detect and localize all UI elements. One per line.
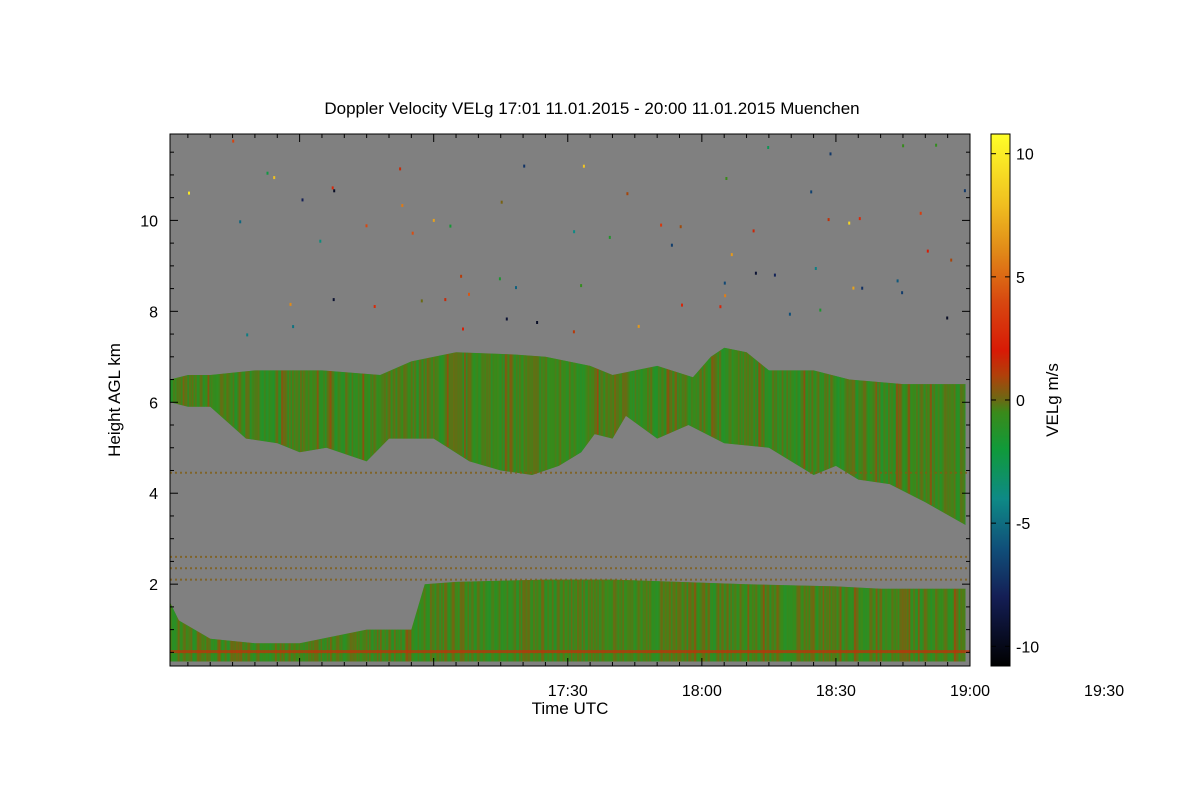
speckle	[331, 186, 334, 190]
speckle	[848, 221, 851, 225]
speckle	[505, 317, 508, 321]
speckle	[536, 321, 539, 324]
speckle	[963, 189, 966, 193]
speckle	[460, 274, 463, 278]
speckle	[468, 292, 470, 296]
speckle	[500, 200, 503, 204]
speckle	[498, 277, 501, 281]
speckle	[449, 224, 452, 228]
colorbar-tick-label: 10	[1016, 147, 1034, 164]
speckle	[788, 312, 791, 316]
speckle	[902, 144, 905, 148]
speckle	[896, 279, 899, 283]
speckle	[752, 229, 755, 233]
speckle	[626, 192, 629, 196]
speckle	[301, 198, 304, 202]
speckle	[858, 217, 861, 221]
speckle	[773, 273, 776, 277]
doppler-velocity-figure: Doppler Velocity VELg 17:01 11.01.2015 -…	[105, 99, 1124, 718]
speckle	[946, 316, 949, 320]
speckle	[901, 291, 904, 295]
speckle	[935, 143, 938, 147]
speckle	[188, 191, 190, 195]
speckle	[681, 303, 683, 307]
speckle	[827, 218, 830, 222]
speckle	[399, 167, 402, 171]
speckle	[810, 190, 813, 194]
ground-clutter-band	[170, 650, 970, 654]
x-tick-label: 18:00	[682, 683, 722, 700]
colorbar-tick-label: -5	[1016, 516, 1030, 533]
speckle	[432, 218, 435, 222]
speckle	[852, 286, 855, 290]
speckle	[861, 286, 864, 290]
speckle	[926, 249, 929, 253]
speckle	[767, 146, 770, 149]
speckle	[420, 299, 423, 303]
speckle	[608, 235, 611, 239]
speckle	[523, 164, 526, 168]
speckle	[819, 308, 822, 312]
speckle	[919, 211, 922, 215]
speckle	[333, 189, 336, 193]
x-tick-label: 19:30	[1084, 683, 1124, 700]
y-tick-label: 8	[149, 304, 158, 321]
speckle	[725, 177, 728, 180]
y-tick-label: 2	[149, 577, 158, 594]
speckle	[266, 171, 269, 175]
speckle	[365, 224, 368, 228]
speckle	[670, 243, 673, 247]
x-tick-label: 17:30	[548, 683, 588, 700]
speckle	[829, 152, 832, 156]
speckle	[332, 298, 335, 302]
speckle	[462, 327, 464, 331]
speckle	[411, 231, 414, 235]
speckle	[373, 305, 376, 308]
speckle	[239, 220, 242, 224]
speckle	[292, 325, 295, 329]
plot-area	[170, 134, 970, 666]
speckle	[580, 284, 583, 288]
speckle	[515, 286, 517, 290]
speckle	[246, 333, 249, 337]
speckle	[232, 139, 235, 143]
speckle	[719, 305, 722, 309]
speckle	[724, 294, 727, 298]
speckle	[730, 253, 733, 257]
speckle	[814, 267, 817, 270]
speckle	[582, 164, 585, 168]
colorbar: -10 -5 0 5 10 VELg m/s	[990, 133, 1062, 667]
y-tick-label: 4	[149, 486, 158, 503]
speckle	[319, 239, 322, 243]
speckle	[679, 225, 682, 229]
speckle	[723, 281, 726, 285]
speckle	[401, 204, 404, 207]
speckle	[573, 230, 576, 234]
speckle	[950, 258, 953, 262]
y-tick-label: 6	[149, 395, 158, 412]
speckle	[444, 298, 447, 302]
y-axis-label: Height AGL km	[105, 343, 124, 457]
speckle	[637, 324, 640, 328]
speckle	[289, 302, 292, 306]
x-tick-label: 19:00	[950, 683, 990, 700]
chart-title: Doppler Velocity VELg 17:01 11.01.2015 -…	[324, 99, 859, 118]
x-axis-label: Time UTC	[532, 699, 609, 718]
colorbar-tick-label: 5	[1016, 270, 1025, 287]
colorbar-label: VELg m/s	[1043, 363, 1062, 437]
speckle	[754, 271, 757, 275]
speckle	[572, 330, 575, 334]
speckle	[660, 223, 663, 227]
x-tick-label: 18:30	[816, 683, 856, 700]
y-tick-label: 10	[140, 213, 158, 230]
speckle	[273, 176, 276, 180]
colorbar-tick-label: -10	[1016, 639, 1039, 656]
colorbar-tick-label: 0	[1016, 393, 1025, 410]
